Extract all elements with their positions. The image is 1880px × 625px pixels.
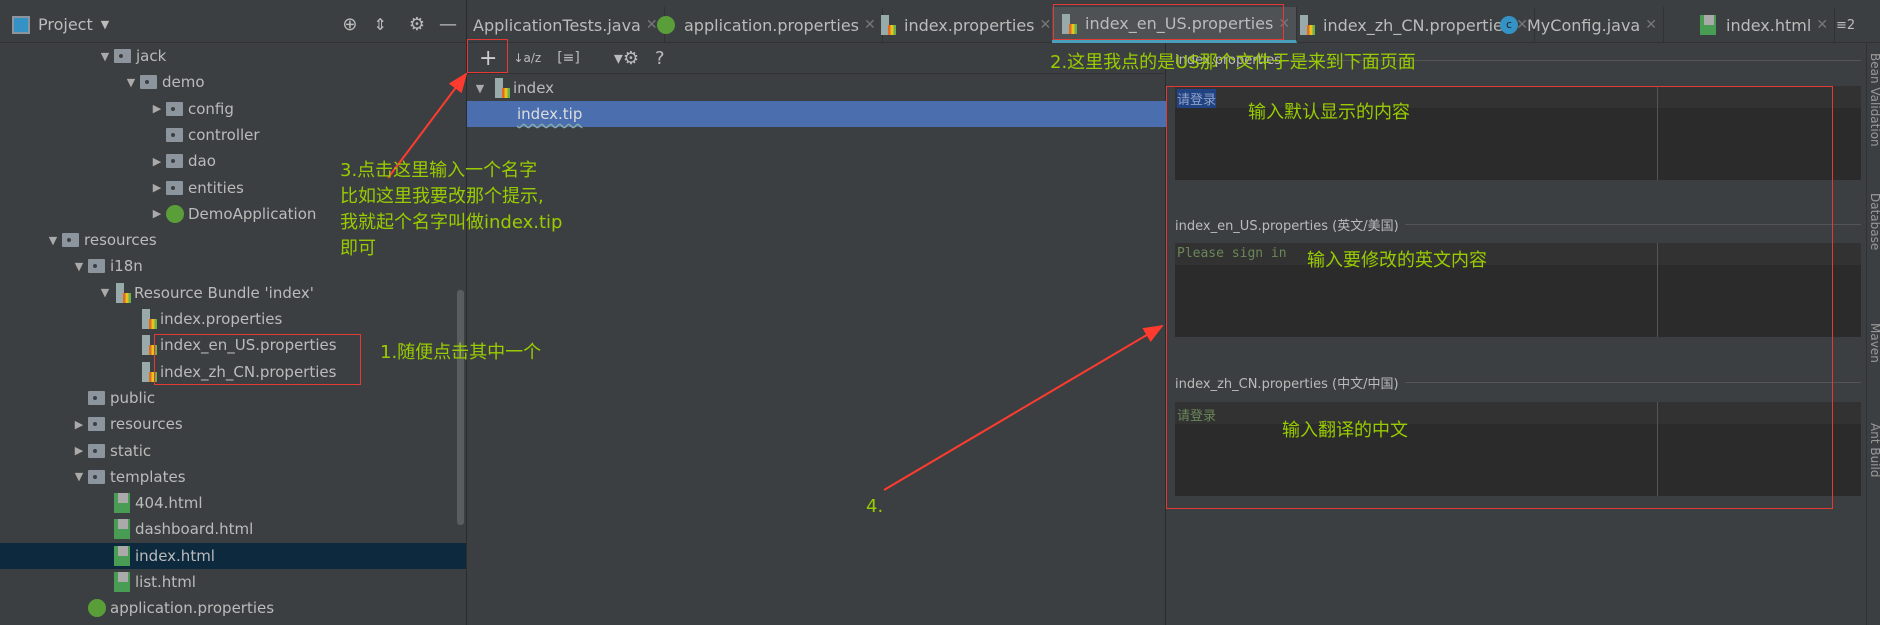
annotation-line: 我就起个名字叫做index.tip xyxy=(340,212,563,233)
annotation-default-note: 输入默认显示的内容 xyxy=(1248,102,1410,123)
annotation-line: 3.点击这里输入一个名字 xyxy=(340,160,538,181)
annotation-step3: 3.点击这里输入一个名字 比如这里我要改那个提示, 我就起个名字叫做index.… xyxy=(340,158,562,262)
arrow-to-values xyxy=(883,324,1164,491)
annotation-english-note: 输入要修改的英文内容 xyxy=(1307,250,1487,271)
annotation-line: 比如这里我要改那个提示, xyxy=(340,186,544,207)
annotation-step4: 4. xyxy=(866,496,884,517)
annotation-line: 即可 xyxy=(340,238,376,259)
annotation-step2: 2.这里我点的是US那个文件于是来到下面页面 xyxy=(1050,52,1416,73)
annotation-arrows xyxy=(387,72,1164,491)
annotation-chinese-note: 输入翻译的中文 xyxy=(1282,420,1408,441)
annotation-step1: 1.随便点击其中一个 xyxy=(380,342,542,363)
